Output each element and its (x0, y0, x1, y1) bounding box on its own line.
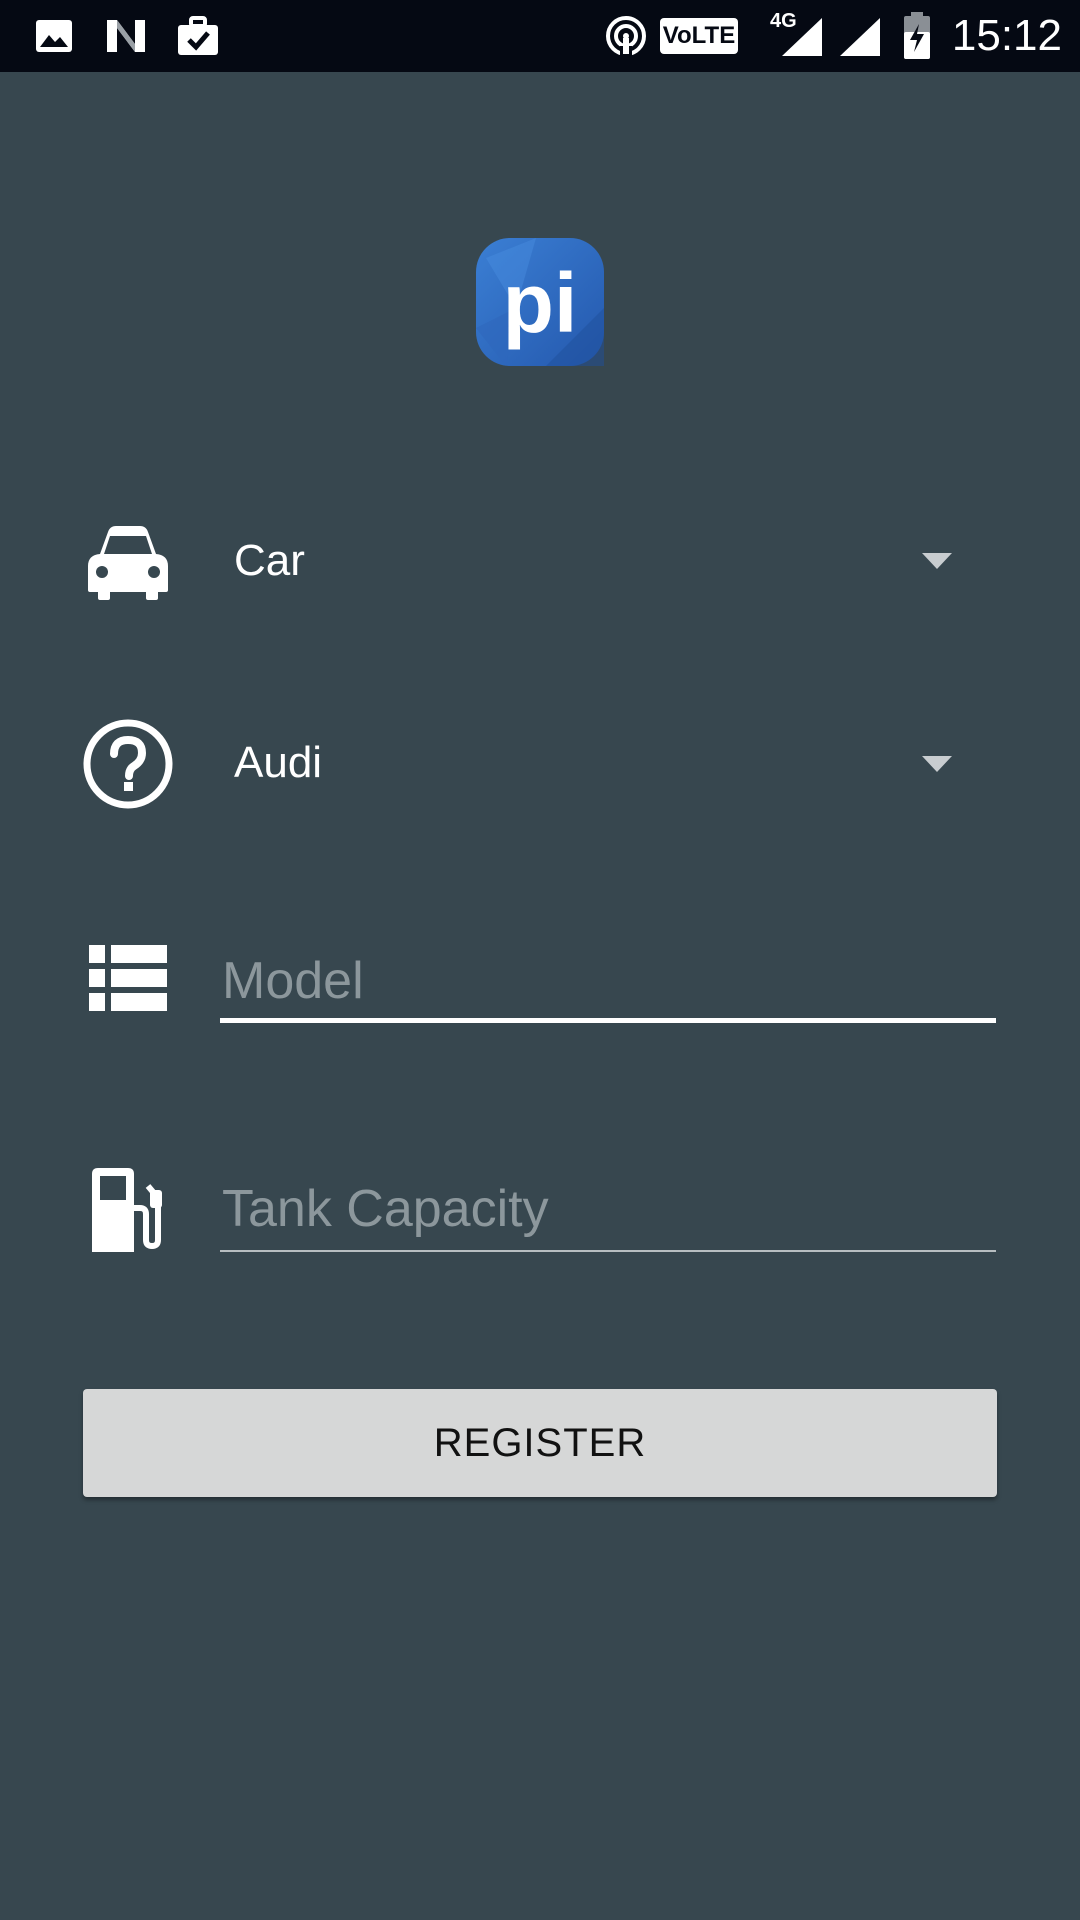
fuel-pump-icon (80, 1162, 176, 1258)
hotspot-icon (604, 0, 648, 72)
battery-charging-icon (900, 0, 934, 72)
tank-capacity-input[interactable] (220, 1176, 1000, 1242)
status-time: 15:12 (951, 11, 1062, 60)
help-circle-icon (80, 716, 176, 812)
app-logo-text: pi (503, 256, 578, 350)
app-logo: pi (476, 238, 604, 366)
n-notification-icon (104, 0, 148, 72)
model-input-underline (220, 1018, 996, 1023)
list-icon (80, 930, 176, 1026)
signal-icon (836, 0, 882, 72)
vehicle-type-value: Car (234, 536, 305, 585)
signal-4g-icon (778, 0, 824, 72)
status-bar: VoLTE 4G 15:12 (0, 0, 1080, 72)
model-input[interactable] (220, 948, 1000, 1014)
volte-icon: VoLTE (660, 18, 738, 54)
register-button[interactable]: REGISTER (83, 1389, 997, 1497)
brand-value: Audi (234, 738, 323, 787)
briefcase-check-icon (176, 0, 220, 72)
chevron-down-icon (922, 553, 952, 569)
tank-capacity-input-underline (220, 1250, 996, 1252)
car-icon (80, 514, 176, 610)
image-icon (34, 0, 74, 72)
chevron-down-icon (922, 756, 952, 772)
